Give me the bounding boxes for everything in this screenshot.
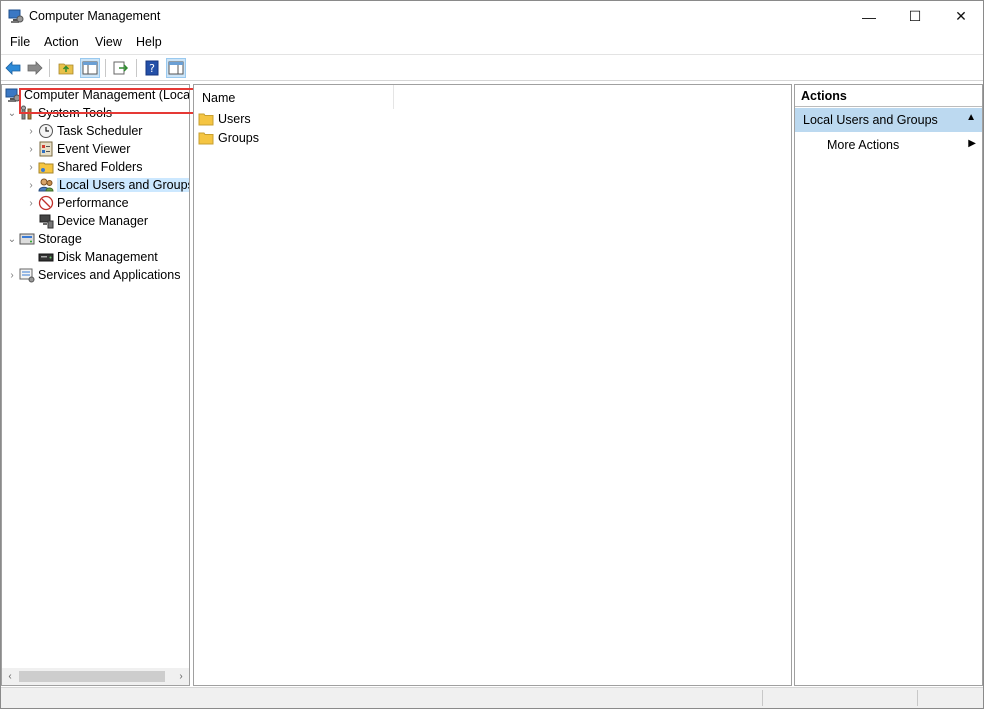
chevron-down-icon[interactable]: ⌄ (5, 230, 19, 248)
disk-management-icon (38, 249, 54, 265)
menu-action[interactable]: Action (44, 35, 79, 49)
menu-help[interactable]: Help (136, 35, 162, 49)
actions-section-local-users-and-groups[interactable]: Local Users and Groups ▲ (795, 108, 982, 132)
task-scheduler-icon (38, 123, 54, 139)
computer-management-window: Computer Management — ☐ ✕ File Action Vi… (0, 0, 984, 709)
more-actions-item[interactable]: More Actions ▶ (795, 135, 982, 155)
actions-header: Actions (795, 85, 982, 107)
window-title: Computer Management (29, 9, 161, 23)
details-list-pane[interactable]: Name Users Groups (193, 84, 792, 686)
tree-label: Disk Management (57, 250, 158, 264)
actions-header-label: Actions (801, 89, 847, 103)
tree-item-event-viewer[interactable]: › Event Viewer (24, 140, 130, 158)
forward-icon (27, 61, 43, 75)
horizontal-scrollbar[interactable]: ‹ › (2, 668, 189, 685)
export-list-icon (113, 61, 129, 75)
column-header-label: Name (202, 91, 236, 105)
tree-label: Performance (57, 196, 129, 210)
scrollbar-thumb[interactable] (19, 671, 165, 682)
maximize-button[interactable]: ☐ (892, 1, 938, 32)
tree-item-performance[interactable]: › Performance (24, 194, 129, 212)
chevron-right-icon[interactable]: › (24, 194, 38, 212)
tree-label: Services and Applications (38, 268, 181, 282)
show-hide-tree-icon (82, 61, 98, 75)
title-bar[interactable]: Computer Management — ☐ ✕ (1, 1, 983, 32)
toolbar: ? (1, 54, 983, 81)
event-viewer-icon (38, 141, 54, 157)
chevron-right-icon[interactable]: › (24, 122, 38, 140)
list-item-label: Users (218, 112, 251, 126)
selection-highlight-box (19, 88, 199, 114)
submenu-arrow-icon: ▶ (968, 138, 976, 149)
scroll-right-icon[interactable]: › (174, 670, 188, 683)
help-icon: ? (145, 60, 159, 76)
tree-label: Task Scheduler (57, 124, 143, 138)
tree-item-task-scheduler[interactable]: › Task Scheduler (24, 122, 142, 140)
shared-folders-icon (38, 159, 54, 175)
list-item[interactable]: Users (198, 110, 251, 128)
local-users-and-groups-icon (38, 177, 54, 193)
chevron-down-icon[interactable]: ⌄ (5, 104, 19, 122)
tree-item-storage[interactable]: ⌄ Storage (5, 230, 82, 248)
minimize-icon: — (862, 8, 876, 25)
status-bar-separator (762, 690, 763, 706)
svg-text:?: ? (149, 62, 155, 75)
folder-icon (198, 130, 214, 146)
tree-item-services-and-applications[interactable]: › Services and Applications (5, 266, 180, 284)
close-icon: ✕ (955, 8, 967, 24)
tree-label: Local Users and Groups (57, 178, 189, 192)
storage-icon (19, 231, 35, 247)
actions-pane: Actions Local Users and Groups ▲ More Ac… (794, 84, 983, 686)
chevron-right-icon[interactable]: › (24, 140, 38, 158)
back-button[interactable] (3, 58, 23, 78)
forward-button[interactable] (25, 58, 45, 78)
console-tree-pane[interactable]: Computer Management (Local ⌄ System Tool… (1, 84, 190, 686)
tree-label: Device Manager (57, 214, 149, 228)
toolbar-separator (49, 59, 50, 77)
show-hide-console-tree-button[interactable] (80, 58, 100, 78)
tree-item-disk-management[interactable]: Disk Management (24, 248, 158, 266)
menu-view[interactable]: View (95, 35, 122, 49)
export-list-button[interactable] (111, 58, 131, 78)
folder-icon (198, 111, 214, 127)
status-bar-separator (917, 690, 918, 706)
tree-item-shared-folders[interactable]: › Shared Folders (24, 158, 142, 176)
services-and-applications-icon (19, 267, 35, 283)
help-button[interactable]: ? (142, 58, 162, 78)
actions-section-label: Local Users and Groups (803, 113, 938, 127)
scroll-left-icon[interactable]: ‹ (3, 670, 17, 683)
close-button[interactable]: ✕ (938, 1, 984, 32)
status-bar (1, 687, 983, 708)
back-icon (5, 61, 21, 75)
tree-label: Shared Folders (57, 160, 143, 174)
minimize-button[interactable]: — (846, 1, 892, 32)
tree-item-local-users-and-groups[interactable]: › Local Users and Groups (24, 176, 189, 194)
menu-file[interactable]: File (10, 35, 30, 49)
menu-bar: File Action View Help (1, 32, 983, 54)
column-header-name[interactable]: Name (194, 85, 394, 109)
toolbar-separator (105, 59, 106, 77)
show-hide-action-pane-button[interactable] (166, 58, 186, 78)
tree-label: Storage (38, 232, 82, 246)
more-actions-label: More Actions (827, 138, 900, 152)
list-item-label: Groups (218, 131, 259, 145)
device-manager-icon (38, 213, 54, 229)
tree-item-device-manager[interactable]: Device Manager (24, 212, 148, 230)
up-folder-icon (58, 63, 74, 75)
chevron-right-icon[interactable]: › (5, 266, 19, 284)
list-item[interactable]: Groups (198, 129, 259, 147)
maximize-icon: ☐ (908, 8, 922, 24)
show-hide-action-pane-icon (168, 61, 184, 75)
performance-icon (38, 195, 54, 211)
up-one-level-button[interactable] (56, 58, 76, 78)
chevron-right-icon[interactable]: › (24, 176, 38, 194)
tree-label: Event Viewer (57, 142, 131, 156)
collapse-up-icon[interactable]: ▲ (966, 112, 976, 123)
toolbar-separator (136, 59, 137, 77)
computer-management-app-icon (8, 9, 24, 24)
chevron-right-icon[interactable]: › (24, 158, 38, 176)
